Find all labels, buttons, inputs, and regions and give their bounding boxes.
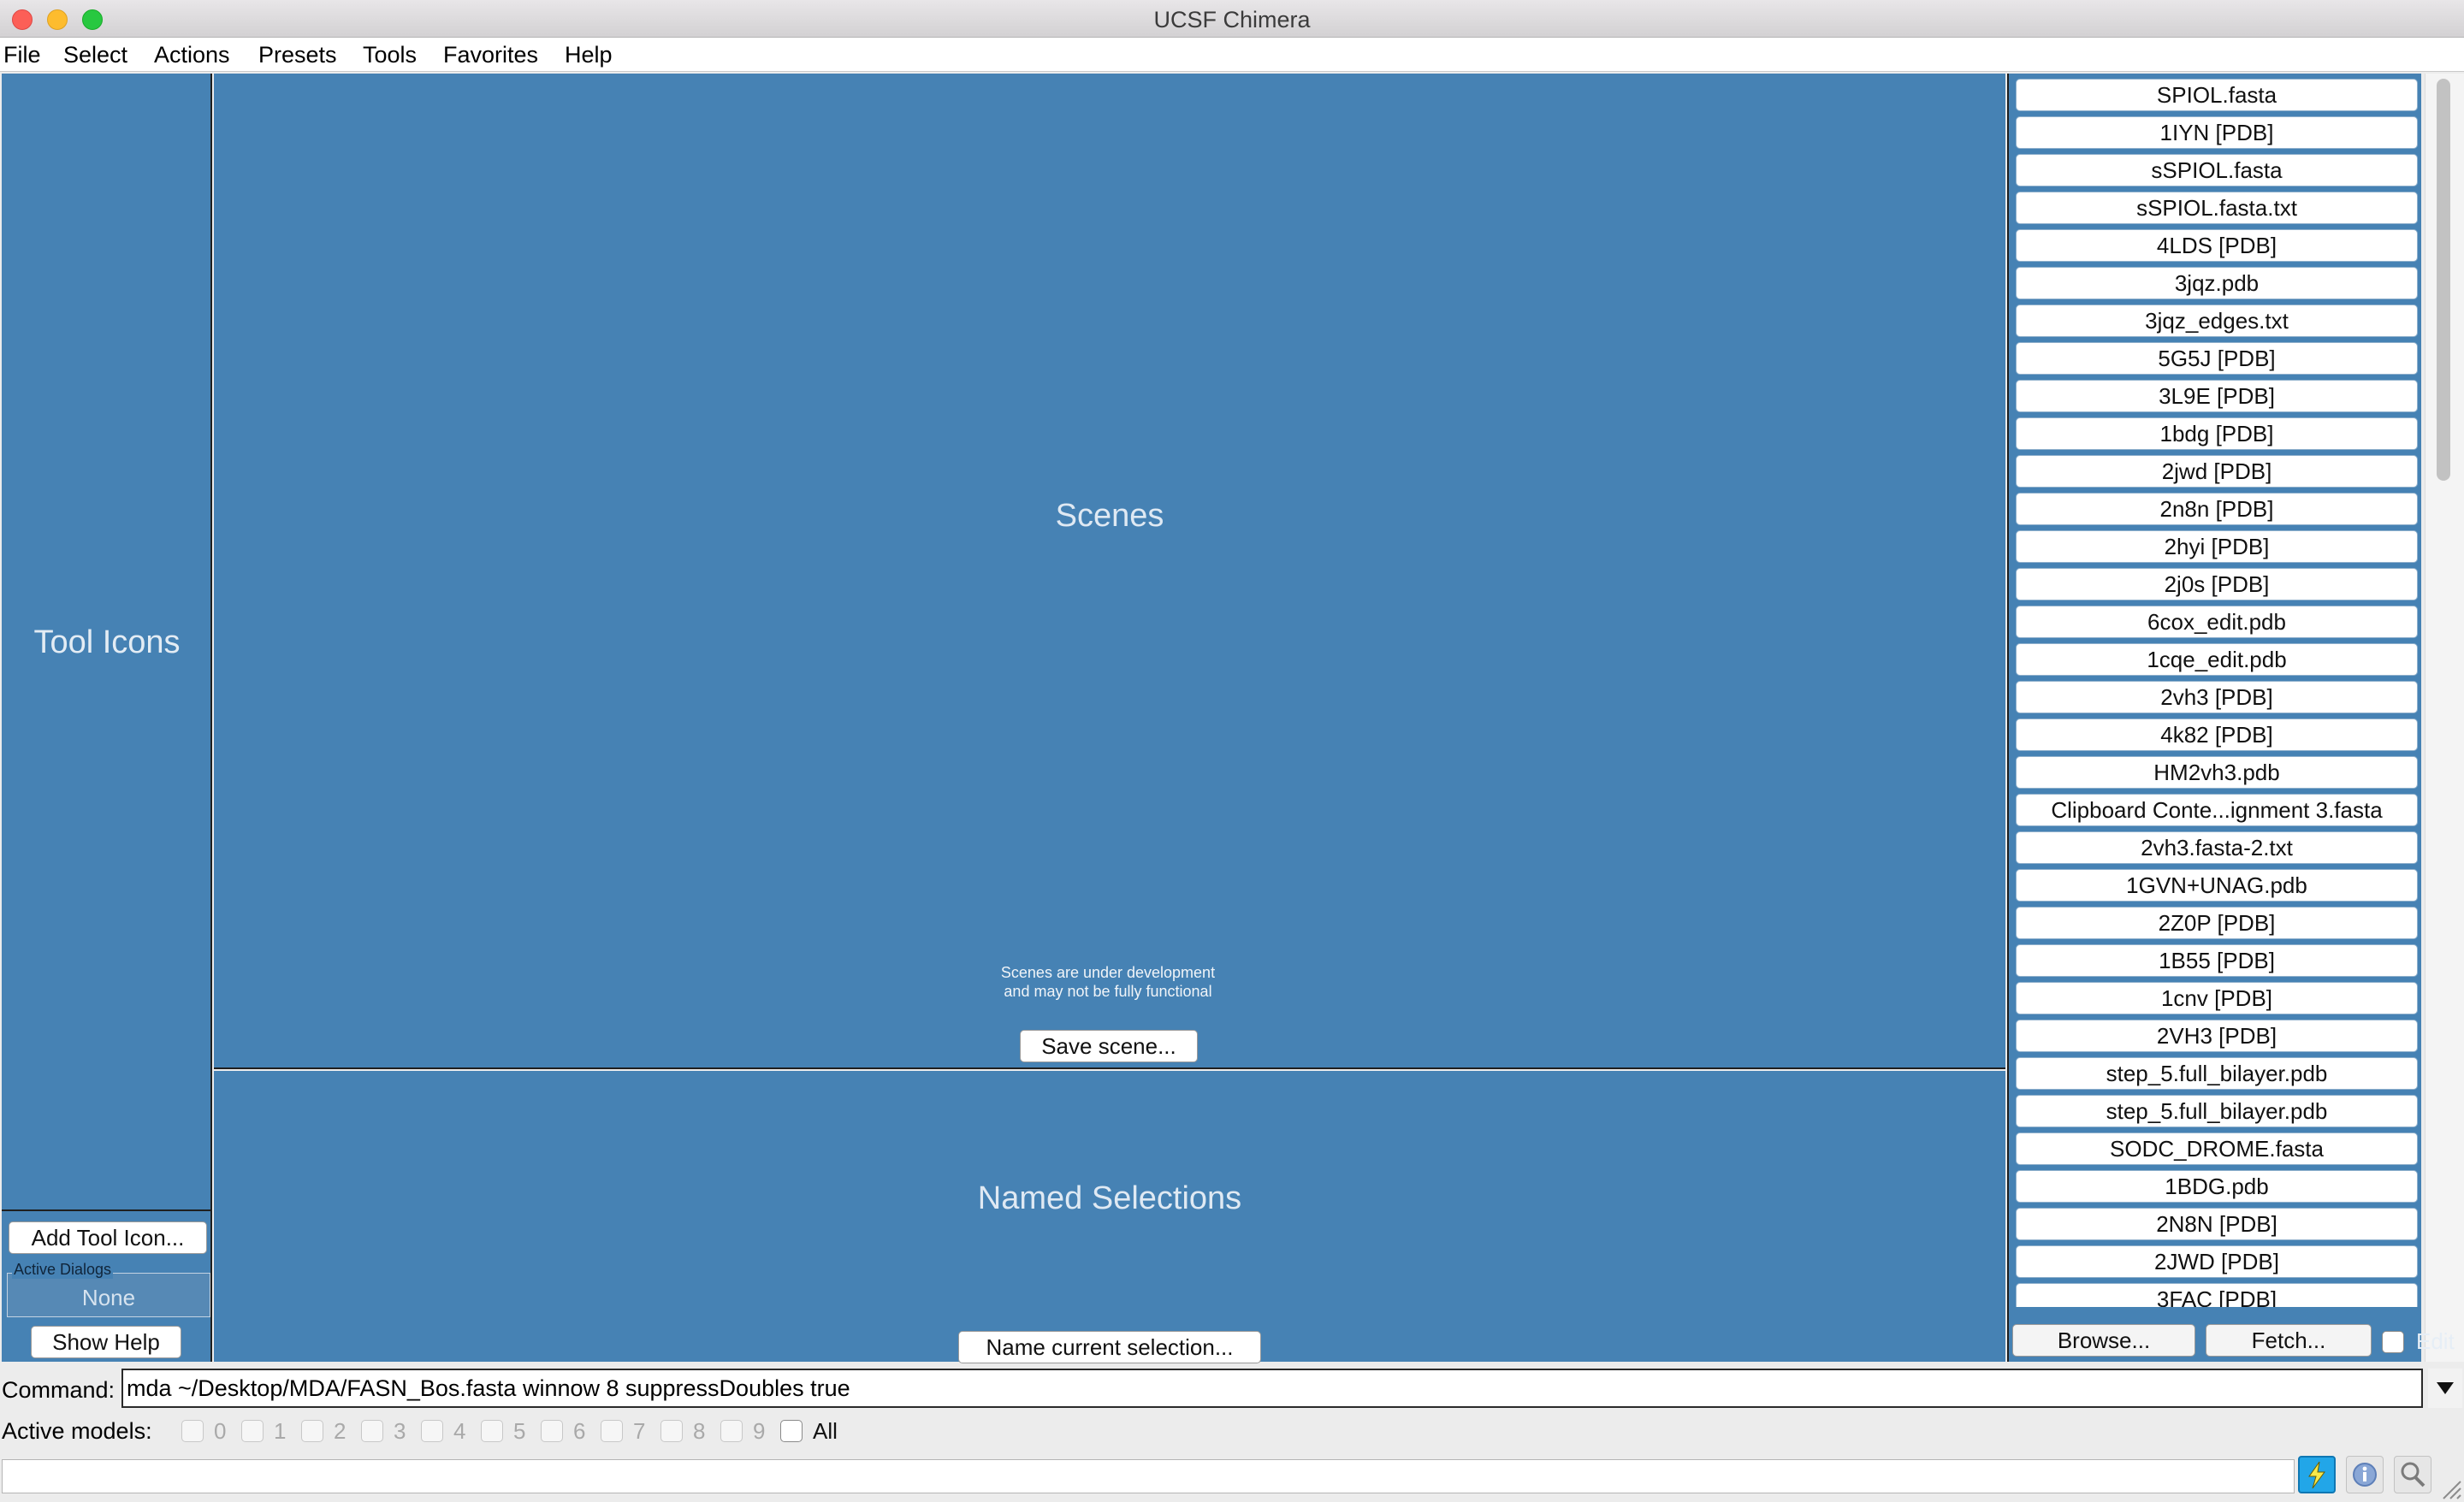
file-item[interactable]: 4LDS [PDB] xyxy=(2016,229,2418,262)
edit-label: Edit xyxy=(2416,1328,2455,1354)
named-selections-title: Named Selections xyxy=(977,1180,1242,1216)
chimera-window: UCSF Chimera File Select Actions Presets… xyxy=(0,0,2464,1502)
menu-select[interactable]: Select xyxy=(63,42,127,68)
chevron-down-icon xyxy=(2437,1382,2454,1394)
file-item[interactable]: 1B55 [PDB] xyxy=(2016,944,2418,977)
file-item[interactable]: 3jqz_edges.txt xyxy=(2016,305,2418,337)
model-8-label: 8 xyxy=(693,1418,706,1444)
model-7-checkbox[interactable] xyxy=(601,1420,623,1442)
file-item[interactable]: 2jwd [PDB] xyxy=(2016,455,2418,488)
status-message-field xyxy=(2,1459,2295,1493)
file-item[interactable]: SPIOL.fasta xyxy=(2016,79,2418,111)
model-4-label: 4 xyxy=(453,1418,466,1444)
tool-icons-panel: Tool Icons xyxy=(2,74,212,1209)
model-2-label: 2 xyxy=(334,1418,346,1444)
menu-tools[interactable]: Tools xyxy=(363,42,417,68)
file-item[interactable]: HM2vh3.pdb xyxy=(2016,756,2418,789)
model-3-label: 3 xyxy=(394,1418,406,1444)
menu-favorites[interactable]: Favorites xyxy=(443,42,538,68)
edit-checkbox[interactable] xyxy=(2382,1331,2404,1353)
model-0-checkbox[interactable] xyxy=(181,1420,204,1442)
search-icon[interactable] xyxy=(2394,1456,2431,1493)
menu-presets[interactable]: Presets xyxy=(258,42,337,68)
file-item[interactable]: 2Z0P [PDB] xyxy=(2016,907,2418,939)
magnifier-glyph xyxy=(2401,1462,2426,1487)
file-item[interactable]: 2JWD [PDB] xyxy=(2016,1245,2418,1278)
model-5-label: 5 xyxy=(513,1418,526,1444)
file-item[interactable]: 2hyi [PDB] xyxy=(2016,530,2418,563)
info-icon[interactable] xyxy=(2346,1456,2384,1493)
file-item[interactable]: step_5.full_bilayer.pdb xyxy=(2016,1057,2418,1090)
model-4-checkbox[interactable] xyxy=(421,1420,443,1442)
file-item[interactable]: 3L9E [PDB] xyxy=(2016,380,2418,412)
model-3-checkbox[interactable] xyxy=(361,1420,383,1442)
file-item[interactable]: 2vh3.fasta-2.txt xyxy=(2016,831,2418,864)
model-5-checkbox[interactable] xyxy=(481,1420,503,1442)
file-item[interactable]: 1IYN [PDB] xyxy=(2016,116,2418,149)
scenes-dev-note: Scenes are under development and may not… xyxy=(1000,964,1216,1000)
file-item[interactable]: 1GVN+UNAG.pdb xyxy=(2016,869,2418,902)
named-selections-panel: Named Selections xyxy=(214,1071,2005,1362)
model-1-label: 1 xyxy=(274,1418,287,1444)
tool-icons-title: Tool Icons xyxy=(33,624,181,660)
file-item[interactable]: 5G5J [PDB] xyxy=(2016,342,2418,375)
file-item[interactable]: 1BDG.pdb xyxy=(2016,1170,2418,1203)
model-1-checkbox[interactable] xyxy=(241,1420,264,1442)
model-6-checkbox[interactable] xyxy=(541,1420,563,1442)
model-0-label: 0 xyxy=(214,1418,227,1444)
window-title: UCSF Chimera xyxy=(1153,7,1311,33)
command-label: Command: xyxy=(2,1377,116,1403)
file-item[interactable]: Clipboard Conte...ignment 3.fasta xyxy=(2016,794,2418,826)
model-7-label: 7 xyxy=(633,1418,646,1444)
file-item[interactable]: 2vh3 [PDB] xyxy=(2016,681,2418,713)
file-item[interactable]: 1bdg [PDB] xyxy=(2016,417,2418,450)
active-dialogs-value[interactable]: None xyxy=(7,1285,210,1311)
active-models-label: Active models: xyxy=(2,1418,152,1444)
active-dialogs-label: Active Dialogs xyxy=(12,1261,114,1279)
save-scene-button[interactable]: Save scene... xyxy=(1020,1030,1198,1062)
name-current-selection-button[interactable]: Name current selection... xyxy=(958,1331,1261,1363)
model-9-label: 9 xyxy=(753,1418,766,1444)
model-9-checkbox[interactable] xyxy=(720,1420,743,1442)
file-item[interactable]: 2N8N [PDB] xyxy=(2016,1208,2418,1240)
file-item[interactable]: 1cqe_edit.pdb xyxy=(2016,643,2418,676)
model-all-label: All xyxy=(813,1418,838,1444)
lightning-icon[interactable] xyxy=(2298,1456,2336,1493)
file-item[interactable]: 3jqz.pdb xyxy=(2016,267,2418,299)
file-item[interactable]: 2j0s [PDB] xyxy=(2016,568,2418,600)
model-6-label: 6 xyxy=(573,1418,586,1444)
file-item[interactable]: 3FAC [PDB] xyxy=(2016,1283,2418,1307)
scenes-title: Scenes xyxy=(1055,498,1164,534)
command-input[interactable] xyxy=(121,1369,2423,1408)
file-item[interactable]: sSPIOL.fasta.txt xyxy=(2016,192,2418,224)
fetch-button[interactable]: Fetch... xyxy=(2206,1324,2372,1357)
menu-bar: File Select Actions Presets Tools Favori… xyxy=(0,38,2464,72)
file-item[interactable]: 6cox_edit.pdb xyxy=(2016,606,2418,638)
file-item[interactable]: 1cnv [PDB] xyxy=(2016,982,2418,1014)
resize-grip-icon[interactable] xyxy=(2440,1478,2462,1500)
title-bar: UCSF Chimera xyxy=(0,0,2464,38)
menu-actions[interactable]: Actions xyxy=(154,42,230,68)
file-item[interactable]: 2VH3 [PDB] xyxy=(2016,1020,2418,1052)
lightning-bolt-glyph xyxy=(2308,1461,2325,1489)
scenes-panel: Scenes xyxy=(214,74,2005,1069)
model-all-checkbox[interactable] xyxy=(780,1420,803,1442)
show-help-button[interactable]: Show Help xyxy=(31,1326,181,1358)
file-item[interactable]: 4k82 [PDB] xyxy=(2016,718,2418,751)
file-item[interactable]: 2n8n [PDB] xyxy=(2016,493,2418,525)
add-tool-icon-button[interactable]: Add Tool Icon... xyxy=(9,1221,207,1254)
menu-help[interactable]: Help xyxy=(565,42,613,68)
browse-button[interactable]: Browse... xyxy=(2012,1324,2195,1357)
file-item[interactable]: SODC_DROME.fasta xyxy=(2016,1132,2418,1165)
command-history-dropdown[interactable] xyxy=(2428,1369,2462,1408)
model-2-checkbox[interactable] xyxy=(301,1420,323,1442)
file-item[interactable]: sSPIOL.fasta xyxy=(2016,154,2418,186)
info-glyph xyxy=(2353,1463,2377,1487)
file-item[interactable]: step_5.full_bilayer.pdb xyxy=(2016,1095,2418,1127)
menu-file[interactable]: File xyxy=(3,42,41,68)
file-list-scroll-thumb[interactable] xyxy=(2437,79,2450,481)
model-8-checkbox[interactable] xyxy=(660,1420,683,1442)
